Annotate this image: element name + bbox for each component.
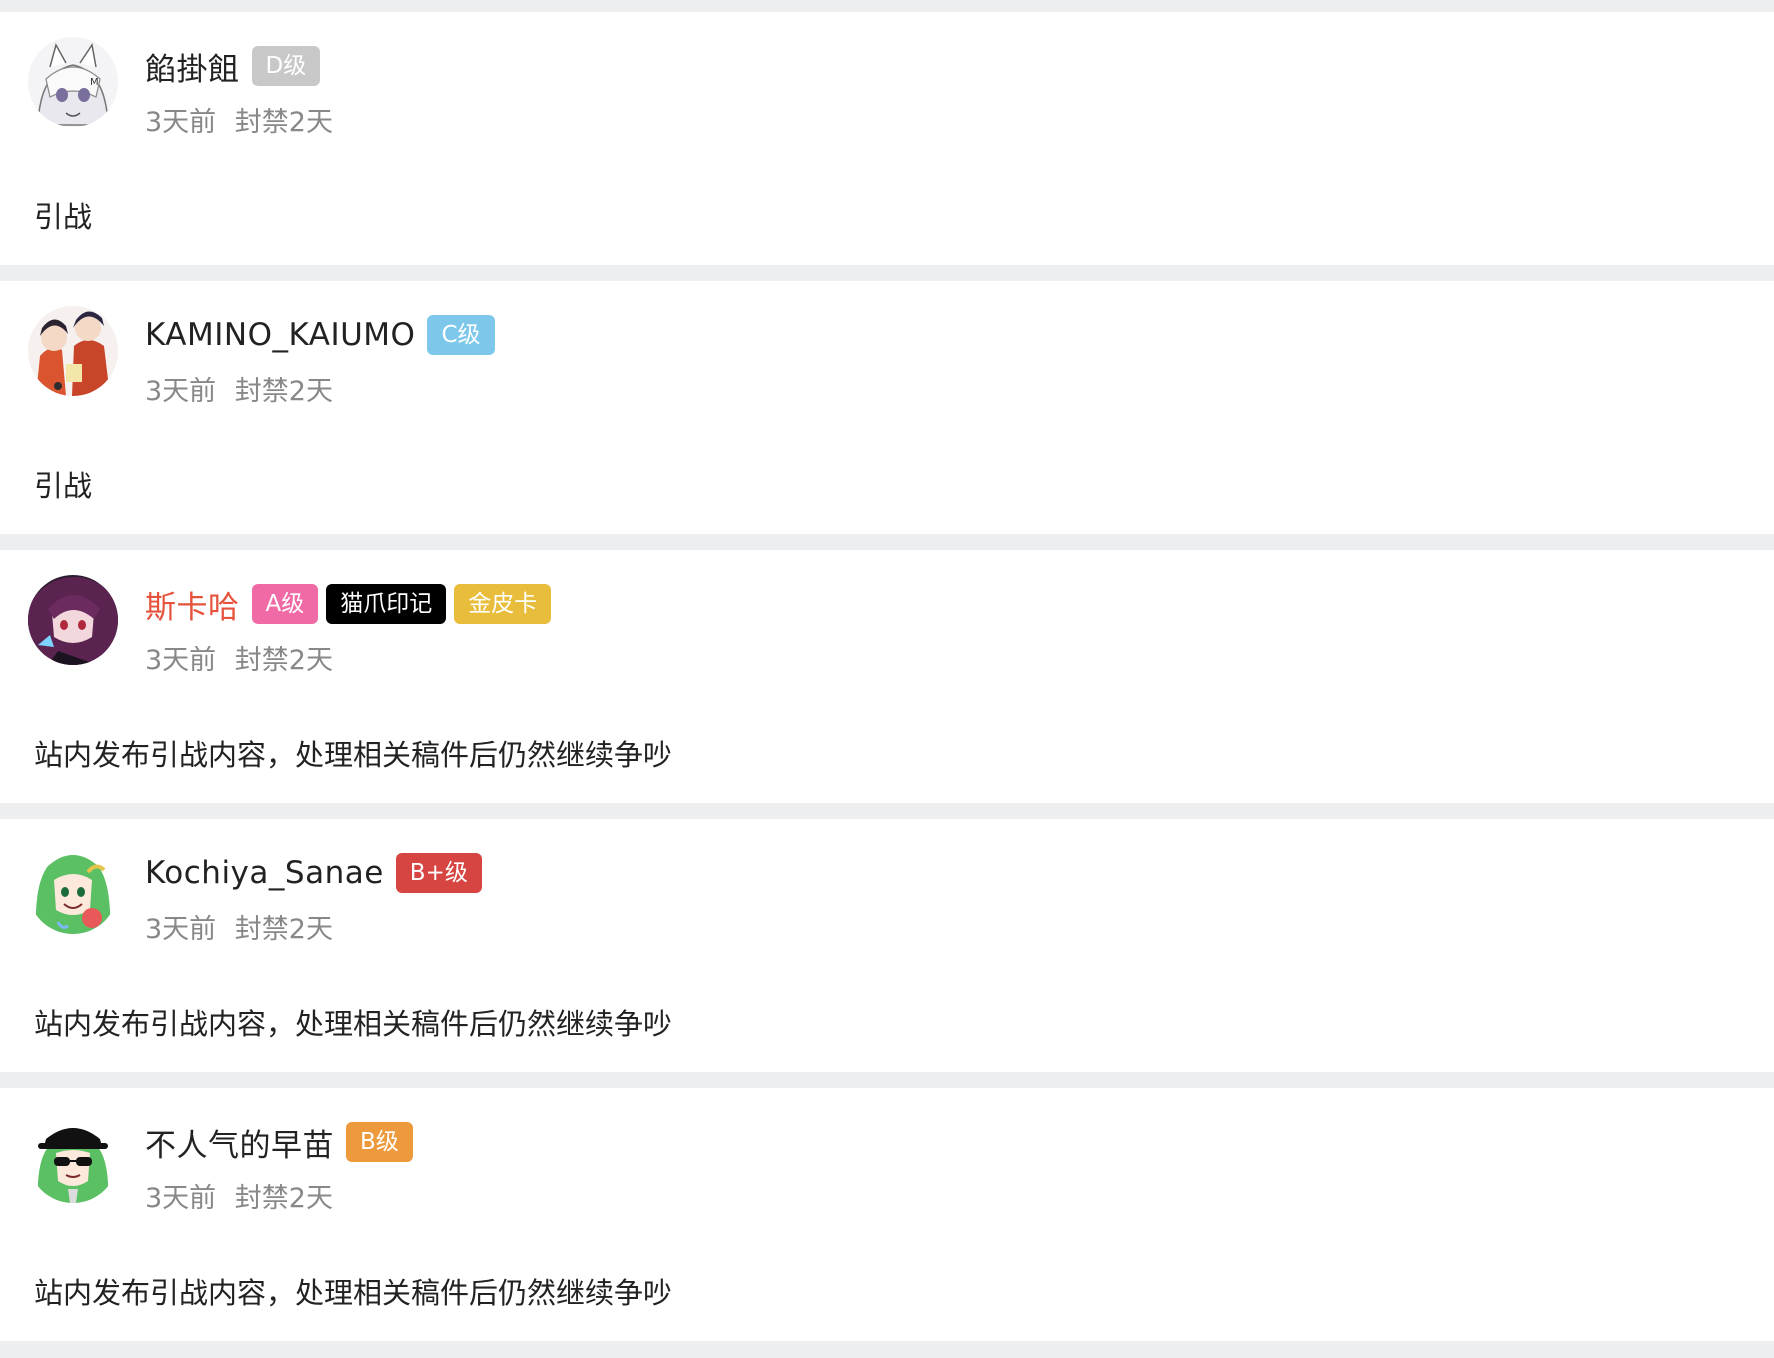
username[interactable]: 斯卡哈 [145,582,240,627]
svg-text:M: M [90,77,99,88]
time-ago: 3天前 [145,376,217,407]
username[interactable]: Kochiya_Sanae [145,855,384,891]
level-badge: D级 [251,46,321,86]
ban-record-card: 斯卡哈 A级 猫爪印记 金皮卡 3天前 封禁2天 站内发布引战内容，处理相关稿件… [0,550,1774,803]
ban-meta: 3天前 封禁2天 [145,1176,333,1215]
ban-record-card: Kochiya_Sanae B+级 3天前 封禁2天 站内发布引战内容，处理相关… [0,819,1774,1072]
username[interactable]: 不人气的早苗 [145,1120,334,1165]
ban-duration: 封禁2天 [234,645,333,676]
ban-reason: 站内发布引战内容，处理相关稿件后仍然继续争吵 [34,1276,673,1310]
username[interactable]: KAMINO_KAIUMO [145,317,415,353]
ban-record-card: M 餡掛飷 D级 3天前 封禁2天 引战 [0,12,1774,265]
time-ago: 3天前 [145,645,217,676]
cat-paw-mark-badge: 猫爪印记 [326,584,447,624]
ban-meta: 3天前 封禁2天 [145,638,333,677]
ban-reason: 站内发布引战内容，处理相关稿件后仍然继续争吵 [34,738,673,772]
time-ago: 3天前 [145,107,217,138]
ban-meta: 3天前 封禁2天 [145,907,333,946]
name-row: Kochiya_Sanae B+级 [145,848,490,898]
name-row: 餡掛飷 D级 [145,41,328,91]
purple-haired-warrior-avatar[interactable] [28,575,118,665]
ban-duration: 封禁2天 [234,1183,333,1214]
sanae-black-cap-sunglasses-avatar[interactable] [28,1113,118,1203]
red-jacket-girls-avatar[interactable] [28,306,118,396]
time-ago: 3天前 [145,1183,217,1214]
time-ago: 3天前 [145,914,217,945]
username[interactable]: 餡掛飷 [145,44,240,89]
white-haired-cat-girl-avatar[interactable]: M [28,37,118,127]
level-badge: A级 [251,584,319,624]
ban-duration: 封禁2天 [234,376,333,407]
name-row: 不人气的早苗 B级 [145,1117,421,1167]
name-row: 斯卡哈 A级 猫爪印记 金皮卡 [145,579,559,629]
level-badge: B级 [346,1122,413,1162]
ban-record-card: 不人气的早苗 B级 3天前 封禁2天 站内发布引战内容，处理相关稿件后仍然继续争… [0,1088,1774,1341]
ban-meta: 3天前 封禁2天 [145,369,333,408]
gold-card-badge: 金皮卡 [454,584,552,624]
ban-meta: 3天前 封禁2天 [145,100,333,139]
ban-reason: 引战 [34,200,93,234]
ban-record-card: KAMINO_KAIUMO C级 3天前 封禁2天 引战 [0,281,1774,534]
ban-duration: 封禁2天 [234,914,333,945]
level-badge: B+级 [395,853,482,893]
ban-reason: 站内发布引战内容，处理相关稿件后仍然继续争吵 [34,1007,673,1041]
name-row: KAMINO_KAIUMO C级 [145,310,503,360]
ban-duration: 封禁2天 [234,107,333,138]
ban-reason: 引战 [34,469,93,503]
green-haired-sanae-avatar[interactable] [28,844,118,934]
level-badge: C级 [427,315,495,355]
